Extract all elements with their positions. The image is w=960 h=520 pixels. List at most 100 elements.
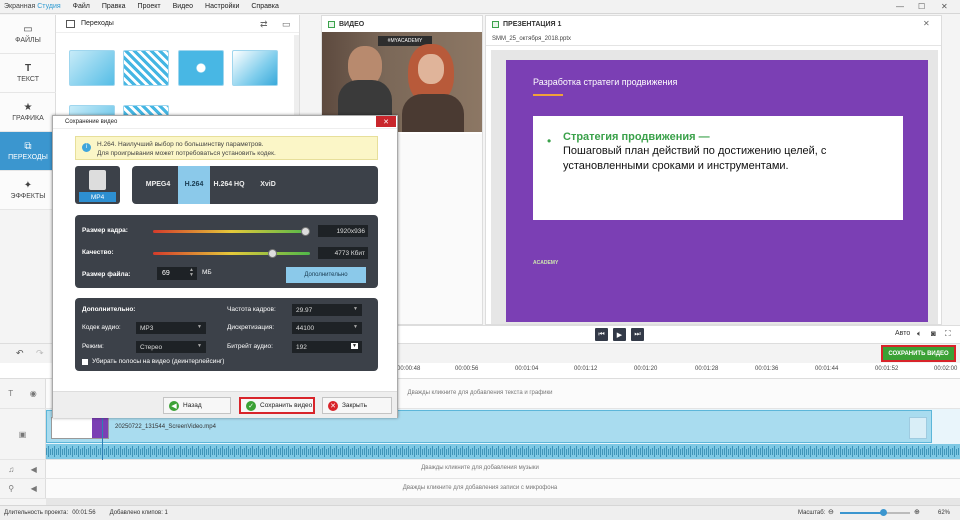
format-label: MP4 — [79, 192, 116, 202]
bullet-heading: Стратегия продвижения — — [563, 131, 710, 143]
auto-label[interactable]: Авто — [895, 330, 910, 337]
transition-thumb[interactable] — [232, 50, 278, 86]
save-video-main-button[interactable]: СОХРАНИТЬ ВИДЕО — [881, 345, 956, 362]
advanced-settings: Дополнительно: Кодек аудио: MP3 ▼ Режим: … — [75, 298, 378, 371]
zoom-in-icon[interactable]: ⊕ — [914, 508, 920, 516]
deinterlace-checkbox[interactable] — [82, 358, 88, 365]
close-x-icon: ✕ — [328, 400, 338, 411]
star-icon: ★ — [23, 102, 33, 113]
zoom-value: 62% — [938, 510, 951, 516]
tab-transitions[interactable]: ⧉ ПЕРЕХОДЫ — [0, 132, 56, 171]
panel-checkbox-icon[interactable] — [328, 20, 335, 28]
frame-size-slider-knob[interactable] — [301, 227, 311, 236]
codec-h264[interactable]: H.264 — [178, 166, 210, 204]
dropdown-arrow-icon: ▼ — [351, 343, 358, 349]
duration-label: Длительность проекта: — [4, 510, 69, 516]
ruler-tick: 00:01:28 — [695, 366, 719, 372]
menu-file[interactable]: Файл — [73, 3, 90, 10]
menu-help[interactable]: Справка — [251, 3, 278, 10]
music-track-hint: Дважды кликните для добавления музыки — [421, 465, 539, 471]
transitions-icon — [66, 19, 75, 28]
shuffle-icon[interactable]: ⇄ — [260, 19, 268, 30]
ruler-tick: 00:00:56 — [455, 366, 479, 372]
mode-label: Режим: — [82, 343, 104, 350]
menu-video[interactable]: Видео — [173, 3, 193, 10]
menu-bar: Экранная Студия Файл Правка Проект Видео… — [0, 0, 960, 14]
save-video-button[interactable]: ✓ Сохранить видео — [239, 397, 315, 414]
deinterlace-option[interactable]: Убирать полосы на видео (деинтерлейсинг) — [82, 358, 224, 365]
menu-project[interactable]: Проект — [138, 3, 161, 10]
slide-title-underline — [533, 94, 563, 96]
codec-mpeg4[interactable]: MPEG4 — [142, 166, 174, 204]
waveform-graphic — [46, 444, 960, 459]
person-right-body-shape — [402, 94, 464, 132]
minimize-icon[interactable]: — — [896, 2, 904, 11]
zoom-slider-fill — [840, 512, 884, 514]
info-icon: i — [82, 143, 91, 152]
back-arrow-icon: ◀ — [169, 400, 179, 411]
maximize-icon[interactable]: ☐ — [918, 2, 925, 11]
snapshot-icon[interactable]: ◙ — [931, 329, 936, 338]
image-icon: ▭ — [23, 24, 33, 35]
quality-value: 4773 Кбит — [318, 247, 368, 259]
format-selector[interactable]: MP4 — [75, 166, 120, 204]
redo-icon[interactable]: ↷ — [36, 348, 44, 359]
close-window-icon[interactable]: ✕ — [941, 2, 948, 11]
panel-checkbox-icon[interactable] — [492, 20, 499, 28]
status-bar: Длительность проекта: 00:01:56 Добавлено… — [0, 505, 960, 520]
play-icon[interactable]: ▶ — [613, 328, 626, 341]
audio-waveform[interactable] — [46, 444, 960, 459]
tab-effects[interactable]: ✦ ЭФФЕКТЫ — [0, 171, 56, 210]
fullscreen-icon[interactable]: ⛶ — [945, 329, 951, 339]
stepper-icon[interactable]: ▲ ▼ — [189, 268, 194, 278]
transitions-icon: ⧉ — [24, 141, 32, 152]
bitrate-select[interactable]: 192 ▼ — [292, 341, 362, 353]
quality-slider-knob[interactable] — [268, 249, 278, 258]
slide-logo: ACADEMY — [533, 260, 559, 266]
dialog-close-icon[interactable]: ✕ — [376, 116, 396, 127]
presentation-panel: ПРЕЗЕНТАЦИЯ 1 ✕ SMM_25_октября_2018.pptx… — [485, 15, 942, 325]
mic-track[interactable]: ⚲ ◀ Дважды кликните для добавления записи… — [0, 479, 960, 499]
quality-slider[interactable] — [153, 252, 310, 255]
mode-select[interactable]: Стерео ▼ — [136, 341, 206, 353]
close-button[interactable]: ✕ Закрыть — [322, 397, 392, 414]
menu-settings[interactable]: Настройки — [205, 3, 239, 10]
codec-h264-hq[interactable]: H.264 HQ — [212, 166, 246, 204]
undo-icon[interactable]: ↶ — [16, 348, 24, 359]
tab-files[interactable]: ▭ ФАЙЛЫ — [0, 15, 56, 54]
back-button[interactable]: ◀ Назад — [163, 397, 231, 414]
sampling-select[interactable]: 44100 ▼ — [292, 322, 362, 334]
audio-codec-select[interactable]: MP3 ▼ — [136, 322, 206, 334]
slide[interactable]: Разработка стратеги продвижения • Страте… — [506, 60, 928, 322]
music-track[interactable]: ♫ ◀ Дважды кликните для добавления музыки — [0, 460, 960, 479]
transitions-header: Переходы ⇄ ▭ — [56, 15, 299, 33]
ruler-tick: 00:01:04 — [515, 366, 539, 372]
zoom-slider[interactable] — [840, 509, 910, 516]
previous-icon[interactable]: ⏮ — [595, 328, 608, 341]
panel-close-icon[interactable]: ✕ — [923, 19, 930, 28]
fps-select[interactable]: 29.97 ▼ — [292, 304, 362, 316]
menu-edit[interactable]: Правка — [102, 3, 126, 10]
transition-thumb[interactable] — [69, 50, 115, 86]
transition-thumb[interactable] — [123, 50, 169, 86]
codec-selector: MPEG4 H.264 H.264 HQ XviD — [132, 166, 378, 204]
ruler-tick: 00:00:48 — [397, 366, 421, 372]
volume-icon[interactable]: 🔈︎ — [917, 329, 922, 339]
codec-xvid[interactable]: XviD — [252, 166, 284, 204]
zoom-out-icon[interactable]: ⊖ — [828, 508, 834, 516]
dialog-footer: ◀ Назад ✓ Сохранить видео ✕ Закрыть — [53, 391, 397, 418]
clip-thumbnail — [51, 417, 109, 439]
slide-viewport: Разработка стратеги продвижения • Страте… — [491, 50, 938, 324]
zoom-slider-knob[interactable] — [880, 509, 888, 516]
text-icon: T — [24, 63, 32, 74]
tab-graphics[interactable]: ★ ГРАФИКА — [0, 93, 56, 132]
frame-size-value: 1920x936 — [318, 225, 368, 237]
preview-toggle-icon[interactable]: ▭ — [282, 19, 291, 30]
player-controls: ⏮ ▶ ⏭ Авто 🔈︎ ◙ ⛶ — [321, 325, 960, 343]
transition-thumb[interactable] — [178, 50, 224, 86]
advanced-button[interactable]: Дополнительно — [286, 267, 366, 283]
file-size-input[interactable]: 69 ▲ ▼ — [157, 267, 197, 280]
frame-size-slider[interactable] — [153, 230, 310, 233]
next-icon[interactable]: ⏭ — [631, 328, 644, 341]
tab-text[interactable]: T ТЕКСТ — [0, 54, 56, 93]
